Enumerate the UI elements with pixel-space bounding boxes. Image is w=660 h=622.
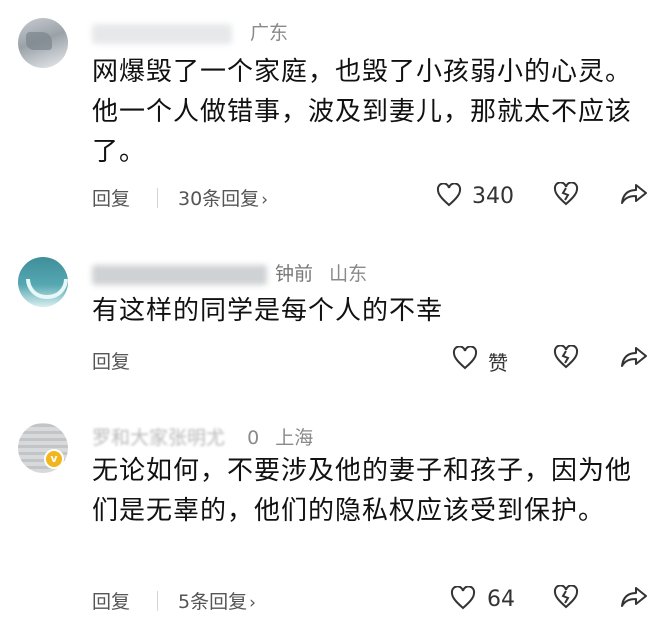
reply-button[interactable]: 回复 <box>92 587 130 614</box>
reply-button[interactable]: 回复 <box>92 347 130 374</box>
username-redacted <box>92 23 232 44</box>
comment-time: 0 <box>247 427 260 449</box>
verified-badge-icon: v <box>44 449 64 469</box>
like-button[interactable] <box>450 585 476 610</box>
comment-time: 钟前 <box>275 263 314 285</box>
comment-text: 无论如何，不要涉及他的妻子和孩子，因为他们是无辜的，他们的隐私权应该受到保护。 <box>92 456 633 526</box>
broken-heart-icon <box>553 344 579 369</box>
comment-location: 上海 <box>275 427 314 449</box>
replies-count: 30条回复 <box>178 188 260 210</box>
comment-actions: 回复 赞 <box>0 344 660 377</box>
username-redacted <box>92 264 267 285</box>
comment-item: v 罗和大家张明尤 0 上海 无论如何，不要涉及他的妻子和孩子，因为他们是无辜的… <box>0 395 660 622</box>
avatar[interactable] <box>18 18 68 68</box>
comment-meta: 钟前 山东 <box>92 259 367 286</box>
broken-heart-icon <box>553 584 579 609</box>
comment-text: 网爆毁了一个家庭，也毁了小孩弱小的心灵。他一个人做错事，波及到妻儿，那就太不应该… <box>92 57 633 167</box>
avatar[interactable] <box>18 257 68 307</box>
replies-count: 5条回复 <box>178 591 248 613</box>
divider <box>157 188 158 208</box>
share-button[interactable] <box>620 345 648 369</box>
share-arrow-icon <box>621 184 647 204</box>
comment-meta: 广东 <box>92 18 288 45</box>
like-count: 340 <box>472 184 514 209</box>
heart-outline-icon <box>452 345 478 370</box>
share-button[interactable] <box>620 585 648 609</box>
share-arrow-icon <box>621 587 647 607</box>
view-replies-button[interactable]: 5条回复 › <box>178 587 256 614</box>
dislike-button[interactable] <box>553 344 579 369</box>
comment-meta: 罗和大家张明尤 0 上海 <box>92 423 313 450</box>
chevron-right-icon: › <box>261 190 268 210</box>
comment-username[interactable]: 罗和大家张明尤 <box>92 427 225 449</box>
share-button[interactable] <box>620 182 648 206</box>
divider <box>157 591 158 611</box>
heart-outline-icon <box>450 585 476 610</box>
comment-actions: 回复 30条回复 › 340 <box>0 181 660 214</box>
dislike-button[interactable] <box>553 181 579 206</box>
comment-location: 广东 <box>250 22 289 44</box>
comment-location: 山东 <box>329 263 368 285</box>
reply-button[interactable]: 回复 <box>92 184 130 211</box>
chevron-right-icon: › <box>249 593 256 613</box>
comment-item: 钟前 山东 有这样的同学是每个人的不幸 回复 赞 <box>0 215 660 395</box>
comment-actions: 回复 5条回复 › 64 <box>0 584 660 617</box>
share-arrow-icon <box>621 347 647 367</box>
view-replies-button[interactable]: 30条回复 › <box>178 184 268 211</box>
like-count: 64 <box>487 587 515 612</box>
like-button[interactable] <box>436 182 462 207</box>
like-label: 赞 <box>488 351 508 375</box>
heart-outline-icon <box>436 182 462 207</box>
comment-item: 广东 网爆毁了一个家庭，也毁了小孩弱小的心灵。他一个人做错事，波及到妻儿，那就太… <box>0 0 660 215</box>
comment-text: 有这样的同学是每个人的不幸 <box>92 296 444 326</box>
like-button[interactable] <box>452 345 478 370</box>
broken-heart-icon <box>553 181 579 206</box>
dislike-button[interactable] <box>553 584 579 609</box>
